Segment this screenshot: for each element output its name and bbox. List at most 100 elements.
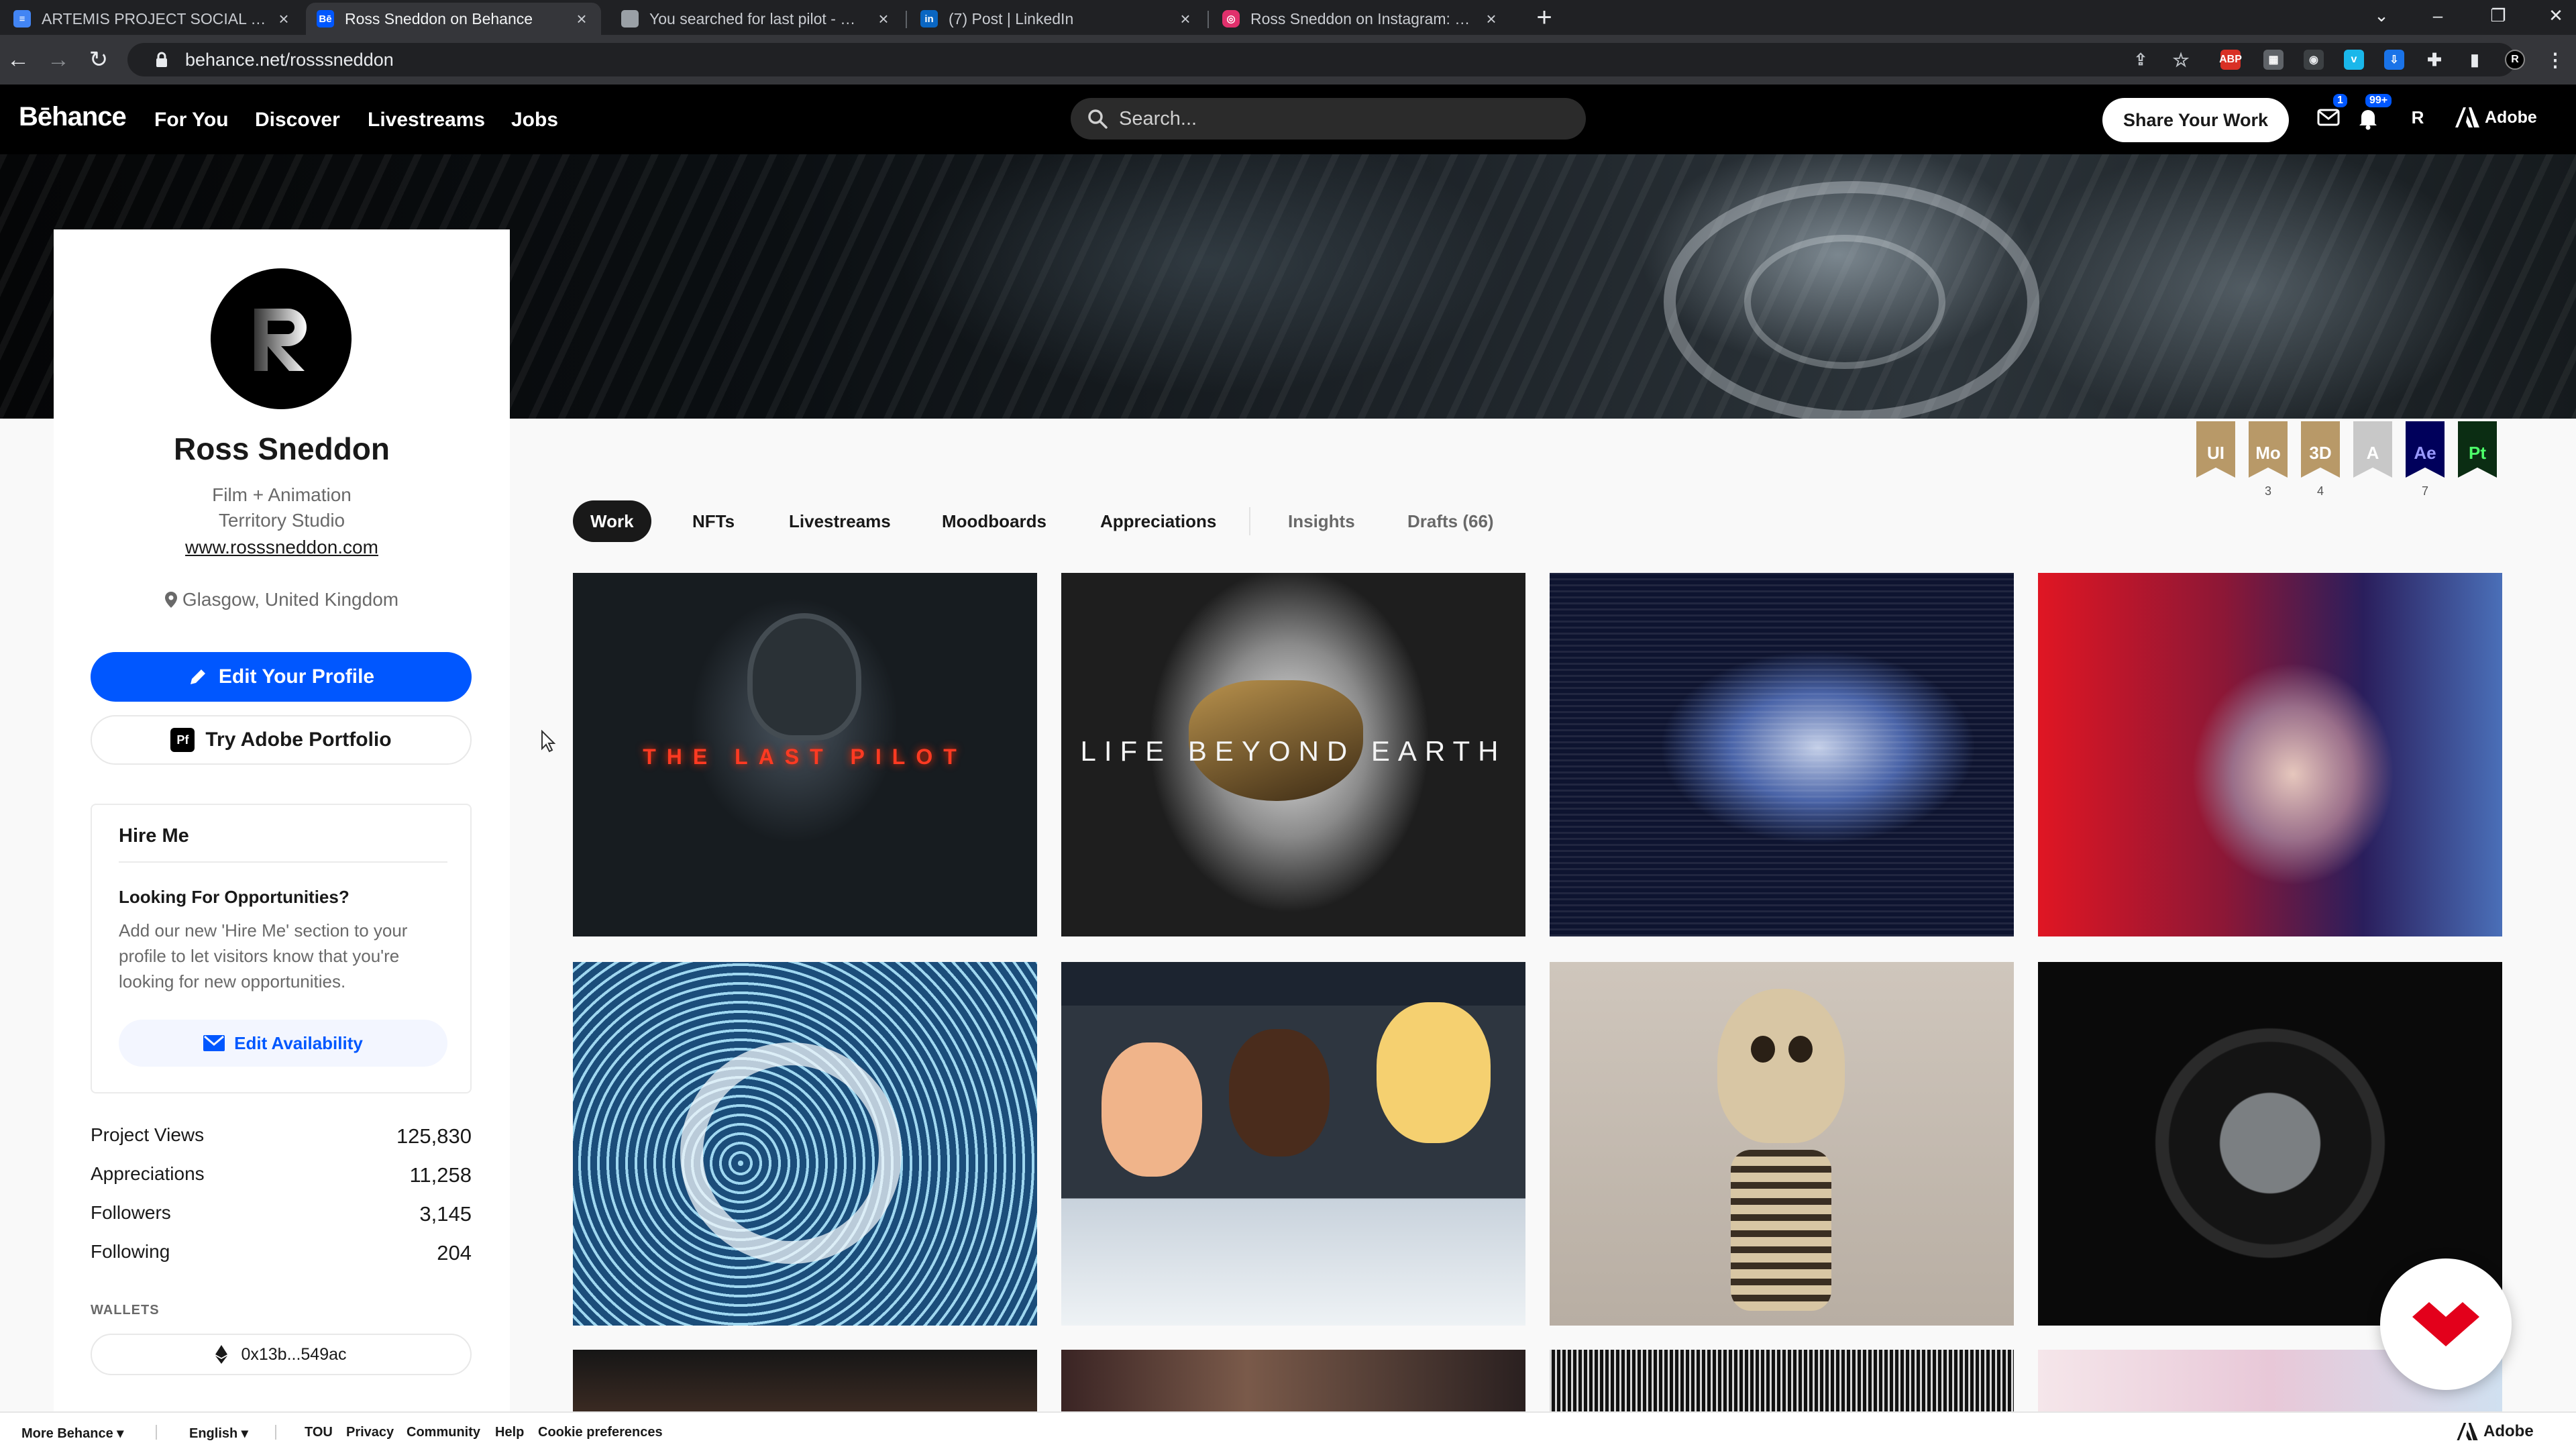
tab-work[interactable]: Work [573, 500, 651, 542]
close-icon[interactable]: × [573, 9, 590, 29]
ethereum-icon [215, 1345, 228, 1364]
camera-extension-icon[interactable]: ◉ [2304, 50, 2324, 70]
browser-tab-behance[interactable]: Bē Ross Sneddon on Behance × [306, 3, 601, 35]
close-window-icon[interactable]: ✕ [2536, 0, 2576, 31]
bookmark-star-icon[interactable]: ☆ [2171, 50, 2191, 70]
project-tile[interactable] [1550, 1350, 2014, 1411]
back-icon[interactable]: ← [1, 43, 35, 76]
wallet-address-button[interactable]: 0x13b...549ac [91, 1334, 472, 1375]
footer-link-community[interactable]: Community [407, 1425, 480, 1440]
nav-livestreams[interactable]: Livestreams [368, 109, 485, 131]
share-your-work-button[interactable]: Share Your Work [2102, 98, 2289, 142]
project-tile-mask[interactable] [2038, 573, 2502, 936]
adobe-link[interactable]: Adobe [2455, 107, 2537, 127]
restore-icon[interactable]: ❐ [2478, 0, 2518, 31]
side-panel-icon[interactable]: ▮ [2465, 50, 2485, 70]
hire-me-title: Hire Me [119, 825, 189, 847]
project-tile-glitch[interactable] [1550, 573, 2014, 936]
skull-shape [1717, 989, 1845, 1143]
footer-link-tou[interactable]: TOU [305, 1425, 333, 1440]
language-dropdown[interactable]: English ▾ [189, 1425, 248, 1442]
edit-profile-button[interactable]: Edit Your Profile [91, 652, 472, 702]
nav-for-you[interactable]: For You [154, 109, 229, 131]
tab-moodboards[interactable]: Moodboards [924, 500, 1064, 542]
stat-value: 3,145 [419, 1202, 472, 1226]
search-placeholder: Search... [1119, 107, 1197, 129]
new-tab-button[interactable]: + [1531, 3, 1558, 32]
reload-icon[interactable]: ↻ [82, 43, 115, 76]
forward-icon[interactable]: → [42, 43, 75, 76]
more-behance-dropdown[interactable]: More Behance ▾ [21, 1425, 123, 1442]
close-icon[interactable]: × [875, 9, 892, 29]
tab-search-icon[interactable]: ⌄ [2361, 0, 2402, 31]
user-avatar-icon[interactable]: R [2406, 107, 2430, 130]
project-tile-cartoon-car[interactable] [1061, 962, 1525, 1326]
tab-nfts[interactable]: NFTs [675, 500, 752, 542]
behance-logo[interactable]: Bēhance [19, 102, 127, 132]
instagram-icon: ◎ [1222, 10, 1240, 28]
nav-jobs[interactable]: Jobs [511, 109, 558, 131]
stat-appreciations[interactable]: Appreciations 11,258 [91, 1163, 472, 1187]
download-icon[interactable]: ⇩ [2384, 50, 2404, 70]
browser-tab-linkedin[interactable]: in (7) Post | LinkedIn × [910, 3, 1205, 35]
profile-location: Glasgow, United Kingdom [54, 589, 510, 610]
vimeo-icon[interactable]: v [2344, 50, 2364, 70]
nav-discover[interactable]: Discover [255, 109, 340, 131]
share-page-icon[interactable]: ⇪ [2131, 50, 2151, 70]
tool-ribbon-ui[interactable]: UI [2196, 421, 2235, 478]
pilot-helmet-shape [747, 613, 861, 741]
notifications-bell-icon[interactable] [2357, 107, 2381, 130]
project-tile[interactable] [573, 1350, 1037, 1411]
close-icon[interactable]: × [1177, 9, 1194, 29]
edit-availability-button[interactable]: Edit Availability [119, 1020, 447, 1067]
extensions-puzzle-icon[interactable]: ✚ [2424, 50, 2445, 70]
tool-count: 3 [2264, 484, 2271, 498]
project-tile[interactable] [1061, 1350, 1525, 1411]
notifications-badge: 99+ [2365, 94, 2392, 107]
stat-label: Project Views [91, 1124, 205, 1145]
tab-insights[interactable]: Insights [1271, 500, 1373, 542]
messages-icon[interactable] [2317, 107, 2341, 130]
close-icon[interactable]: × [275, 9, 292, 29]
tab-appreciations[interactable]: Appreciations [1083, 500, 1234, 542]
tab-title: Ross Sneddon on Behance [345, 9, 533, 28]
menu-kebab-icon[interactable]: ⋮ [2545, 50, 2565, 70]
tool-ribbon-painter[interactable]: Pt [2458, 421, 2497, 478]
mouse-cursor-icon [541, 730, 555, 753]
close-icon[interactable]: × [1483, 9, 1500, 29]
stat-followers[interactable]: Followers 3,145 [91, 1202, 472, 1226]
address-bar[interactable]: behance.net/rosssneddon [127, 43, 2516, 76]
browser-tab-search[interactable]: You searched for last pilot - Moti × [610, 3, 903, 35]
tool-ribbon-adobe[interactable]: A [2353, 421, 2392, 478]
footer-link-cookie-preferences[interactable]: Cookie preferences [538, 1425, 663, 1440]
browser-tab-instagram[interactable]: ◎ Ross Sneddon on Instagram: "Th × [1212, 3, 1511, 35]
tool-ribbon-3d[interactable]: 3D [2301, 421, 2340, 478]
browser-tab-docs[interactable]: ≡ ARTEMIS PROJECT SOCIAL - Goo × [3, 3, 303, 35]
project-tile-fluid-ring[interactable] [573, 962, 1037, 1326]
profile-website-link[interactable]: www.rosssneddon.com [54, 537, 510, 558]
try-adobe-portfolio-button[interactable]: Pf Try Adobe Portfolio [91, 715, 472, 765]
minimize-icon[interactable]: – [2418, 0, 2458, 31]
footer-adobe-link[interactable]: Adobe [2457, 1422, 2534, 1441]
profile-avatar[interactable] [211, 268, 352, 409]
profile-avatar-icon[interactable]: R [2505, 50, 2525, 70]
project-tile-skeleton[interactable] [1550, 962, 2014, 1326]
tab-drafts[interactable]: Drafts (66) [1390, 500, 1511, 542]
edit-availability-label: Edit Availability [234, 1032, 363, 1053]
project-tile-life-beyond-earth[interactable]: LIFE BEYOND EARTH [1061, 573, 1525, 936]
extension-icon[interactable]: ▦ [2263, 50, 2284, 70]
tab-livestreams[interactable]: Livestreams [771, 500, 908, 542]
footer-link-help[interactable]: Help [495, 1425, 524, 1440]
stat-following[interactable]: Following 204 [91, 1241, 472, 1265]
linkedin-icon: in [920, 10, 938, 28]
footer-link-privacy[interactable]: Privacy [346, 1425, 394, 1440]
search-input[interactable]: Search... [1071, 98, 1586, 140]
tool-ribbon-after-effects[interactable]: Ae [2406, 421, 2445, 478]
project-caption: LIFE BEYOND EARTH [1080, 735, 1507, 767]
adobe-logo-icon [2457, 1423, 2478, 1440]
tool-ribbon-mo[interactable]: Mo [2249, 421, 2288, 478]
tab-divider [906, 11, 907, 28]
adblock-icon[interactable]: ABP [2219, 50, 2242, 70]
project-tile-the-last-pilot[interactable]: THE LAST PILOT [573, 573, 1037, 936]
adobe-floating-button[interactable] [2380, 1258, 2512, 1390]
